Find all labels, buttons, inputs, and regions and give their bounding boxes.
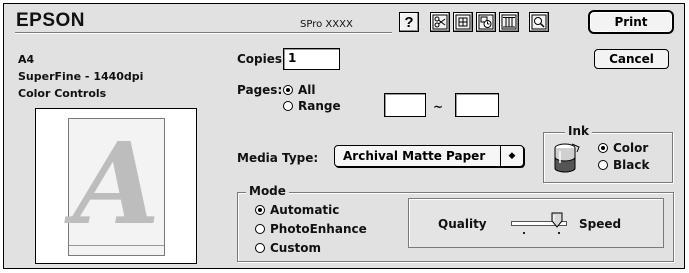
media-type-value: Archival Matte Paper xyxy=(343,149,486,163)
preview-button[interactable] xyxy=(529,12,549,32)
printer-clock-icon xyxy=(478,14,494,30)
print-button[interactable]: Print xyxy=(588,10,674,34)
scissors-layout-icon xyxy=(432,14,448,30)
pages-all-radio[interactable]: All xyxy=(283,83,316,97)
copies-field[interactable]: 1 xyxy=(283,48,340,70)
pages-label: Pages: xyxy=(237,83,283,97)
preview-letter: A xyxy=(73,119,160,250)
quality-label: Quality xyxy=(438,217,487,231)
radio-selected-icon xyxy=(598,143,608,153)
mode-automatic-radio[interactable]: Automatic xyxy=(255,203,339,217)
ink-color-label: Color xyxy=(613,141,649,155)
printer-model: SPro XXXX xyxy=(300,19,353,30)
radio-selected-icon xyxy=(255,205,265,215)
custom-settings-button[interactable] xyxy=(430,12,450,32)
pages-range-radio[interactable]: Range xyxy=(283,99,341,113)
ink-color-radio[interactable]: Color xyxy=(598,141,648,155)
ink-group-title: Ink xyxy=(565,124,592,138)
radio-unselected-icon xyxy=(255,224,265,234)
resolution-text: SuperFine - 1440dpi xyxy=(18,70,144,83)
mode-group-title: Mode xyxy=(246,184,289,198)
slider-tick-left xyxy=(523,232,525,234)
radio-unselected-icon xyxy=(255,243,265,253)
range-to-field[interactable] xyxy=(455,93,499,117)
epson-logo: EPSON xyxy=(16,10,86,31)
ink-black-radio[interactable]: Black xyxy=(598,158,649,172)
ink-black-label: Black xyxy=(613,158,650,172)
speed-label: Speed xyxy=(579,217,622,231)
utility-columns-icon xyxy=(501,14,517,30)
pages-range-label: Range xyxy=(298,99,341,113)
radio-unselected-icon xyxy=(283,101,293,111)
mode-photoenhance-radio[interactable]: PhotoEnhance xyxy=(255,222,367,236)
media-type-popup[interactable]: Archival Matte Paper ◆ xyxy=(334,145,524,167)
page-preview: A xyxy=(35,108,197,264)
mode-custom-radio[interactable]: Custom xyxy=(255,241,321,255)
cancel-button[interactable]: Cancel xyxy=(594,49,669,69)
radio-unselected-icon xyxy=(598,160,608,170)
popup-arrows-icon: ◆ xyxy=(500,146,523,166)
header-divider xyxy=(15,32,392,34)
layout-button[interactable] xyxy=(453,12,473,32)
mode-photoenhance-label: PhotoEnhance xyxy=(270,222,367,236)
range-from-field[interactable] xyxy=(384,93,426,117)
preview-page-edge xyxy=(69,245,164,246)
range-separator: ~ xyxy=(433,100,444,114)
quality-speed-slider-thumb[interactable] xyxy=(551,212,563,228)
background-print-button[interactable] xyxy=(476,12,496,32)
question-mark-icon: ? xyxy=(404,13,414,31)
layout-grid-icon xyxy=(455,14,471,30)
mode-custom-label: Custom xyxy=(270,241,321,255)
slider-thumb-icon xyxy=(551,212,563,228)
slider-tick-right xyxy=(558,232,560,234)
radio-selected-icon xyxy=(283,85,293,95)
ink-cartridge-icon xyxy=(550,141,582,177)
preview-page: A xyxy=(68,118,165,256)
mode-automatic-label: Automatic xyxy=(270,203,340,217)
paper-size-text: A4 xyxy=(18,53,35,66)
quality-speed-panel: Quality Speed xyxy=(408,198,664,248)
help-button[interactable]: ? xyxy=(399,12,419,32)
utility-button[interactable] xyxy=(499,12,519,32)
media-type-label: Media Type: xyxy=(237,151,319,165)
copies-label: Copies: xyxy=(237,52,287,66)
pages-all-label: All xyxy=(298,83,316,97)
magnifier-page-icon xyxy=(531,14,547,30)
print-dialog: EPSON SPro XXXX ? Print Cancel A4 SuperF… xyxy=(3,3,685,269)
color-mode-text: Color Controls xyxy=(18,87,107,100)
